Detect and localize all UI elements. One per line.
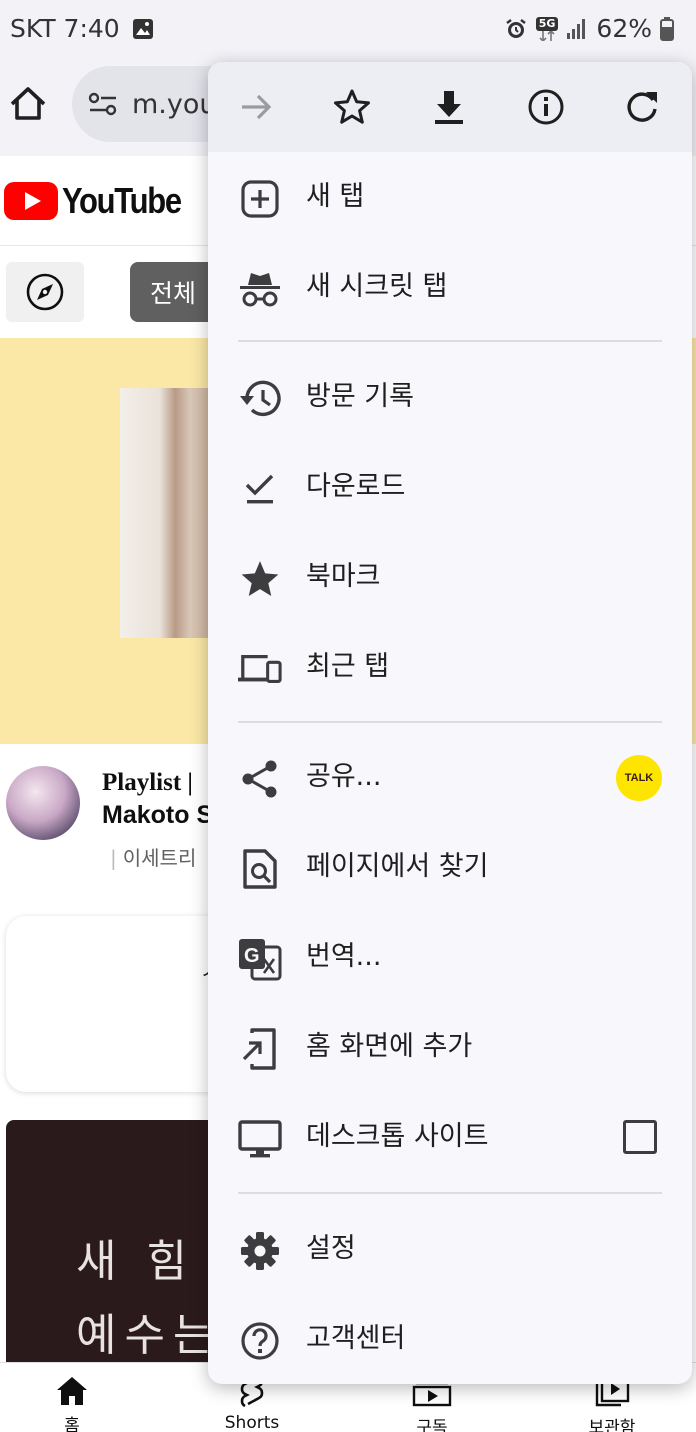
youtube-play-icon bbox=[4, 182, 58, 220]
status-right: 5G 62% bbox=[504, 14, 674, 43]
gallery-icon bbox=[132, 18, 154, 40]
nav-home[interactable]: 홈 bbox=[12, 1375, 132, 1432]
add-box-icon bbox=[238, 177, 282, 221]
download-page-button[interactable] bbox=[429, 87, 469, 127]
svg-text:G: G bbox=[244, 945, 260, 967]
desktop-icon bbox=[238, 1117, 282, 1161]
status-left: SKT 7:40 bbox=[10, 14, 154, 43]
menu-item-desktop-site[interactable]: 데스크톱 사이트 bbox=[208, 1092, 692, 1182]
thumbnail-image bbox=[120, 388, 220, 638]
translate-icon: G bbox=[238, 937, 282, 981]
menu-toolbar bbox=[208, 62, 692, 152]
menu-divider bbox=[238, 340, 662, 342]
url-text: m.you bbox=[132, 88, 217, 120]
menu-item-incognito[interactable]: 새 시크릿 탭 bbox=[208, 242, 692, 332]
battery-percent: 62% bbox=[596, 14, 652, 43]
desktop-site-checkbox[interactable] bbox=[623, 1120, 657, 1154]
carrier-time: SKT 7:40 bbox=[10, 14, 120, 43]
incognito-icon bbox=[238, 267, 282, 311]
youtube-logo-text: YouTube bbox=[62, 180, 182, 221]
menu-item-new-tab[interactable]: 새 탭 bbox=[208, 152, 692, 242]
help-icon bbox=[238, 1319, 282, 1363]
find-in-page-icon bbox=[238, 847, 282, 891]
home-button[interactable] bbox=[6, 82, 50, 126]
menu-item-recent-tabs[interactable]: 최근 탭 bbox=[208, 622, 692, 712]
arrow-forward-icon bbox=[242, 94, 272, 120]
forward-button[interactable] bbox=[236, 87, 276, 127]
history-icon bbox=[238, 377, 282, 421]
browser-overflow-menu: 새 탭 새 시크릿 탭 방문 기록 다운로드 북마크 최근 탭 공유... TA… bbox=[208, 62, 692, 1384]
alarm-icon bbox=[504, 17, 528, 41]
poster-text: 새 힘 예수는 bbox=[76, 1236, 222, 1361]
menu-divider bbox=[238, 721, 662, 723]
devices-icon bbox=[238, 647, 282, 691]
compass-icon bbox=[26, 273, 64, 311]
home-filled-icon bbox=[57, 1377, 87, 1405]
status-bar: SKT 7:40 5G 62% bbox=[0, 0, 696, 62]
channel-avatar[interactable] bbox=[6, 766, 80, 840]
page-info-button[interactable] bbox=[526, 87, 566, 127]
menu-item-translate[interactable]: G 번역... bbox=[208, 912, 692, 1002]
add-to-home-screen-icon bbox=[238, 1027, 282, 1071]
menu-divider bbox=[238, 1192, 662, 1194]
explore-button[interactable] bbox=[6, 262, 84, 322]
download-done-icon bbox=[238, 467, 282, 511]
menu-item-history[interactable]: 방문 기록 bbox=[208, 352, 692, 442]
menu-item-add-to-home[interactable]: 홈 화면에 추가 bbox=[208, 1002, 692, 1092]
menu-item-settings[interactable]: 설정 bbox=[208, 1204, 692, 1294]
site-settings-icon[interactable] bbox=[88, 91, 118, 117]
menu-item-help[interactable]: 고객센터 bbox=[208, 1294, 692, 1384]
network-5g-icon: 5G bbox=[535, 16, 559, 41]
menu-item-share[interactable]: 공유... TALK bbox=[208, 732, 692, 822]
kakaotalk-share-icon[interactable]: TALK bbox=[616, 755, 662, 801]
menu-item-find-in-page[interactable]: 페이지에서 찾기 bbox=[208, 822, 692, 912]
refresh-button[interactable] bbox=[622, 87, 662, 127]
bookmark-page-button[interactable] bbox=[332, 87, 372, 127]
gear-icon bbox=[238, 1229, 282, 1273]
menu-item-downloads[interactable]: 다운로드 bbox=[208, 442, 692, 532]
share-icon bbox=[238, 757, 282, 801]
signal-icon bbox=[566, 18, 588, 39]
video-channel: | 이세트리 bbox=[110, 846, 197, 870]
info-icon bbox=[528, 89, 564, 125]
youtube-logo[interactable]: YouTube bbox=[4, 180, 200, 222]
star-outline-icon bbox=[334, 89, 370, 124]
download-icon bbox=[435, 91, 463, 124]
video-title[interactable]: Playlist | Makoto S bbox=[102, 766, 213, 832]
home-icon bbox=[10, 87, 46, 120]
menu-item-bookmarks[interactable]: 북마크 bbox=[208, 532, 692, 622]
battery-icon bbox=[660, 16, 674, 41]
star-filled-icon bbox=[238, 557, 282, 601]
refresh-icon bbox=[627, 92, 657, 122]
